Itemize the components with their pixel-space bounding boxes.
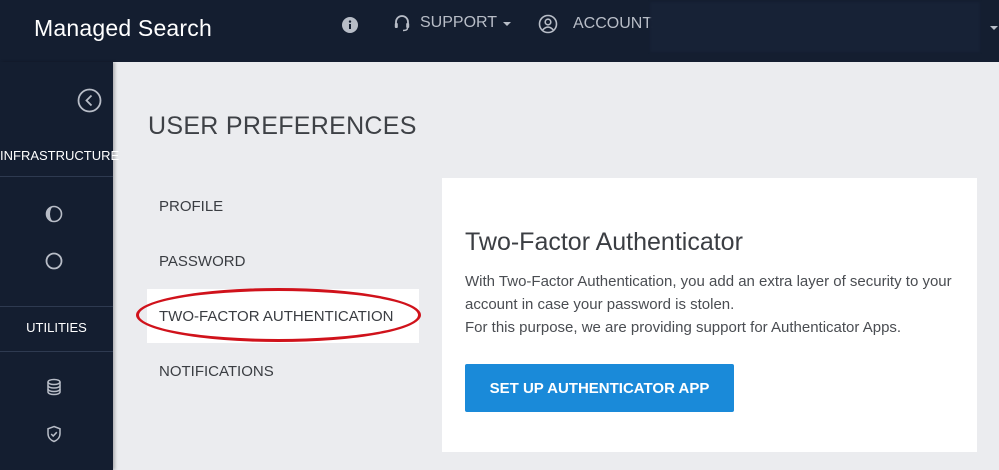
info-icon[interactable] [342,17,358,33]
collapse-sidebar-icon[interactable] [77,88,102,113]
chevron-down-icon [503,22,512,26]
two-factor-card: Two-Factor Authenticator With Two-Factor… [442,178,977,452]
card-title: Two-Factor Authenticator [465,228,743,256]
shield-check-icon[interactable] [45,425,63,443]
page-title: USER PREFERENCES [148,112,417,140]
account-menu[interactable]: ACCOUNT: [538,14,655,34]
nav-item-password[interactable]: PASSWORD [147,234,419,288]
sidebar: INFRASTRUCTURE UTILITIES [0,62,120,470]
circle-icon[interactable] [45,252,63,270]
card-description: With Two-Factor Authentication, you add … [465,270,965,339]
card-paragraph: For this purpose, we are providing suppo… [465,319,902,336]
account-chevron-down-icon[interactable] [990,26,998,30]
sidebar-section-utilities: UTILITIES [26,320,87,335]
sidebar-divider [0,351,113,352]
nav-item-profile[interactable]: PROFILE [147,179,419,233]
user-circle-icon [538,14,558,34]
sidebar-divider [0,306,113,307]
nav-item-two-factor-authentication[interactable]: TWO-FACTOR AUTHENTICATION [147,289,419,343]
support-label: SUPPORT [420,14,498,31]
card-paragraph: With Two-Factor Authentication, you add … [465,273,952,313]
nav-item-notifications[interactable]: NOTIFICATIONS [147,344,419,398]
support-menu[interactable]: SUPPORT [393,14,512,32]
account-name-redacted[interactable] [650,2,980,52]
sidebar-divider [0,176,113,177]
database-icon[interactable] [45,378,63,396]
brand-title[interactable]: Managed Search [34,15,212,42]
setup-authenticator-button[interactable]: SET UP AUTHENTICATOR APP [465,364,734,412]
sidebar-section-infrastructure: INFRASTRUCTURE [0,148,120,163]
half-circle-icon[interactable] [45,205,63,223]
top-bar: Managed Search SUPPORT ACCOUNT: [0,0,999,62]
account-label: ACCOUNT: [573,15,655,32]
headset-icon [394,15,410,32]
